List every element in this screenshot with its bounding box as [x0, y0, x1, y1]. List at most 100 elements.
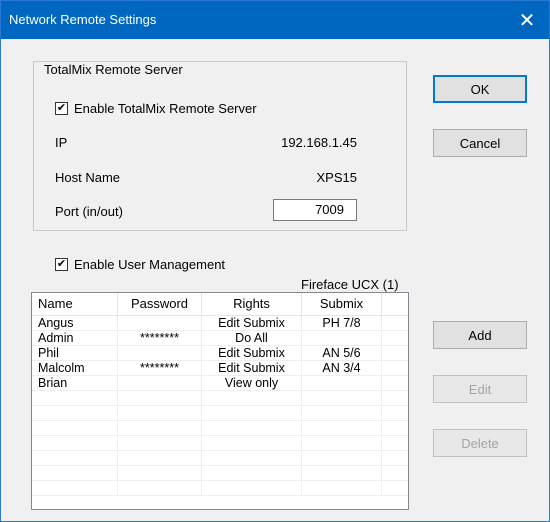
table-cell-filler — [382, 391, 388, 405]
table-cell — [118, 346, 202, 360]
port-input[interactable]: 7009 — [273, 199, 357, 221]
table-cell-filler — [382, 346, 388, 360]
device-label: Fireface UCX (1) — [301, 277, 399, 292]
table-cell: AN 3/4 — [302, 361, 382, 375]
table-cell: Phil — [32, 346, 118, 360]
table-cell — [32, 391, 118, 405]
table-cell — [302, 466, 382, 480]
table-cell — [32, 436, 118, 450]
table-row[interactable] — [32, 451, 408, 466]
port-label: Port (in/out) — [55, 204, 123, 219]
table-cell — [32, 406, 118, 420]
column-header-submix[interactable]: Submix — [302, 293, 382, 315]
table-cell — [302, 421, 382, 435]
enable-remote-server-checkbox[interactable]: ✔ Enable TotalMix Remote Server — [55, 101, 257, 116]
table-cell — [202, 466, 302, 480]
table-cell-filler — [382, 481, 388, 495]
table-cell-filler — [382, 406, 388, 420]
host-name-value: XPS15 — [316, 170, 357, 185]
table-row[interactable] — [32, 481, 408, 496]
table-cell — [302, 331, 382, 345]
table-cell: Admin — [32, 331, 118, 345]
table-cell: Angus — [32, 316, 118, 330]
table-cell — [302, 376, 382, 390]
enable-remote-server-label: Enable TotalMix Remote Server — [74, 101, 257, 116]
table-cell-filler — [382, 316, 388, 330]
enable-user-management-checkbox[interactable]: ✔ Enable User Management — [55, 257, 225, 272]
table-cell: Edit Submix — [202, 346, 302, 360]
table-cell-filler — [382, 466, 388, 480]
table-cell — [202, 391, 302, 405]
table-cell: View only — [202, 376, 302, 390]
table-cell — [302, 451, 382, 465]
table-header: Name Password Rights Submix — [32, 293, 408, 316]
column-header-name[interactable]: Name — [32, 293, 118, 315]
table-cell — [202, 421, 302, 435]
table-cell — [118, 406, 202, 420]
table-row[interactable]: Admin ******** Do All — [32, 331, 408, 346]
table-cell — [118, 451, 202, 465]
table-cell-filler — [382, 436, 388, 450]
table-row[interactable] — [32, 421, 408, 436]
table-cell: Edit Submix — [202, 361, 302, 375]
window-title: Network Remote Settings — [9, 12, 157, 27]
users-table[interactable]: Name Password Rights Submix Angus Edit Su… — [31, 292, 409, 510]
title-bar: Network Remote Settings ✕ — [1, 1, 549, 39]
table-cell — [202, 406, 302, 420]
table-cell: AN 5/6 — [302, 346, 382, 360]
network-remote-settings-dialog: Network Remote Settings ✕ TotalMix Remot… — [0, 0, 550, 522]
table-cell — [118, 436, 202, 450]
ip-label: IP — [55, 135, 68, 150]
close-icon[interactable]: ✕ — [505, 1, 549, 39]
table-cell-filler — [382, 451, 388, 465]
table-cell — [118, 391, 202, 405]
table-cell — [118, 316, 202, 330]
table-cell — [302, 436, 382, 450]
table-row[interactable]: Angus Edit Submix PH 7/8 — [32, 316, 408, 331]
delete-button[interactable]: Delete — [433, 429, 527, 457]
table-row[interactable]: Malcolm ******** Edit Submix AN 3/4 — [32, 361, 408, 376]
ip-value: 192.168.1.45 — [281, 135, 357, 150]
table-row[interactable] — [32, 436, 408, 451]
table-cell — [202, 436, 302, 450]
table-cell — [302, 406, 382, 420]
table-cell — [302, 481, 382, 495]
table-row[interactable]: Brian View only — [32, 376, 408, 391]
table-cell-filler — [382, 376, 388, 390]
ok-button[interactable]: OK — [433, 75, 527, 103]
check-icon: ✔ — [55, 258, 68, 271]
table-row[interactable] — [32, 391, 408, 406]
table-cell: ******** — [118, 361, 202, 375]
column-header-password[interactable]: Password — [118, 293, 202, 315]
check-icon: ✔ — [55, 102, 68, 115]
table-cell — [202, 481, 302, 495]
enable-user-management-label: Enable User Management — [74, 257, 226, 272]
table-cell — [32, 421, 118, 435]
table-cell-filler — [382, 331, 388, 345]
table-body: Angus Edit Submix PH 7/8 Admin ******** Do Al… — [32, 316, 408, 496]
remote-server-group-title: TotalMix Remote Server — [41, 62, 186, 77]
table-cell — [118, 421, 202, 435]
table-cell — [32, 466, 118, 480]
column-header-filler — [382, 293, 388, 315]
table-cell: PH 7/8 — [302, 316, 382, 330]
table-cell — [32, 481, 118, 495]
table-cell — [118, 376, 202, 390]
table-cell — [118, 481, 202, 495]
table-row[interactable] — [32, 466, 408, 481]
table-row[interactable]: Phil Edit Submix AN 5/6 — [32, 346, 408, 361]
table-cell-filler — [382, 361, 388, 375]
table-row[interactable] — [32, 406, 408, 421]
cancel-button[interactable]: Cancel — [433, 129, 527, 157]
add-button[interactable]: Add — [433, 321, 527, 349]
column-header-rights[interactable]: Rights — [202, 293, 302, 315]
table-cell: Do All — [202, 331, 302, 345]
table-cell: Brian — [32, 376, 118, 390]
table-cell — [32, 451, 118, 465]
table-cell: ******** — [118, 331, 202, 345]
table-cell: Edit Submix — [202, 316, 302, 330]
host-name-label: Host Name — [55, 170, 121, 185]
table-cell: Malcolm — [32, 361, 118, 375]
table-cell — [118, 466, 202, 480]
edit-button[interactable]: Edit — [433, 375, 527, 403]
